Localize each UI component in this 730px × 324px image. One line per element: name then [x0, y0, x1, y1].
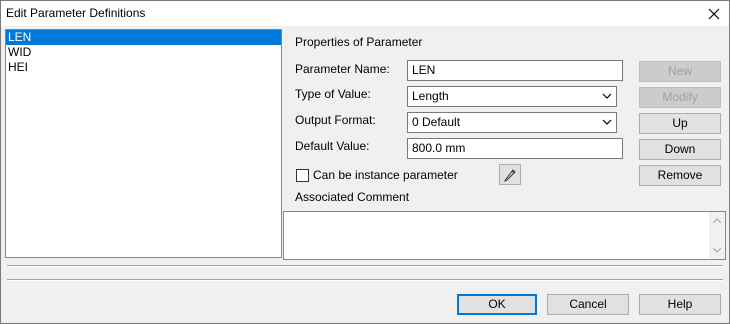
type-of-value-selected: Length — [412, 89, 449, 103]
divider-top — [7, 265, 723, 267]
scroll-down-icon[interactable] — [713, 248, 721, 253]
title-bar[interactable]: Edit Parameter Definitions — [1, 1, 729, 26]
scroll-up-icon[interactable] — [713, 218, 721, 223]
instance-parameter-checkbox[interactable] — [296, 169, 309, 182]
dialog-window: Edit Parameter Definitions LEN WID HEI P… — [0, 0, 730, 324]
parameter-name-field[interactable]: LEN — [407, 60, 623, 81]
list-item-len[interactable]: LEN — [6, 30, 281, 45]
associated-comment-label: Associated Comment — [295, 190, 410, 204]
new-button[interactable]: New — [639, 61, 721, 82]
default-value-field[interactable]: 800.0 mm — [407, 138, 623, 159]
associated-comment-textarea[interactable] — [283, 211, 726, 260]
list-item-wid[interactable]: WID — [6, 45, 281, 60]
help-button[interactable]: Help — [639, 294, 721, 315]
down-button[interactable]: Down — [639, 139, 721, 160]
pencil-icon — [503, 168, 516, 182]
modify-button[interactable]: Modify — [639, 87, 721, 108]
close-button[interactable] — [699, 1, 729, 26]
ok-button[interactable]: OK — [457, 294, 537, 315]
output-format-select[interactable]: 0 Default — [407, 112, 617, 133]
parameter-name-label: Parameter Name: — [295, 62, 390, 76]
output-format-label: Output Format: — [295, 113, 376, 127]
instance-parameter-label[interactable]: Can be instance parameter — [313, 168, 458, 182]
close-icon — [708, 8, 720, 19]
parameter-list[interactable]: LEN WID HEI — [5, 29, 282, 258]
cancel-button[interactable]: Cancel — [547, 294, 629, 315]
comment-scrollbar[interactable] — [709, 212, 725, 259]
window-title: Edit Parameter Definitions — [6, 6, 146, 20]
edit-pencil-button[interactable] — [499, 164, 521, 185]
type-of-value-select[interactable]: Length — [407, 86, 617, 107]
up-button[interactable]: Up — [639, 113, 721, 134]
properties-section-title: Properties of Parameter — [295, 35, 423, 49]
list-item-hei[interactable]: HEI — [6, 60, 281, 75]
remove-button[interactable]: Remove — [639, 165, 721, 186]
default-value-label: Default Value: — [295, 139, 370, 153]
chevron-down-icon — [602, 93, 612, 99]
chevron-down-icon — [602, 119, 612, 125]
output-format-selected: 0 Default — [412, 115, 461, 129]
type-of-value-label: Type of Value: — [295, 87, 371, 101]
divider-bottom — [7, 279, 723, 281]
